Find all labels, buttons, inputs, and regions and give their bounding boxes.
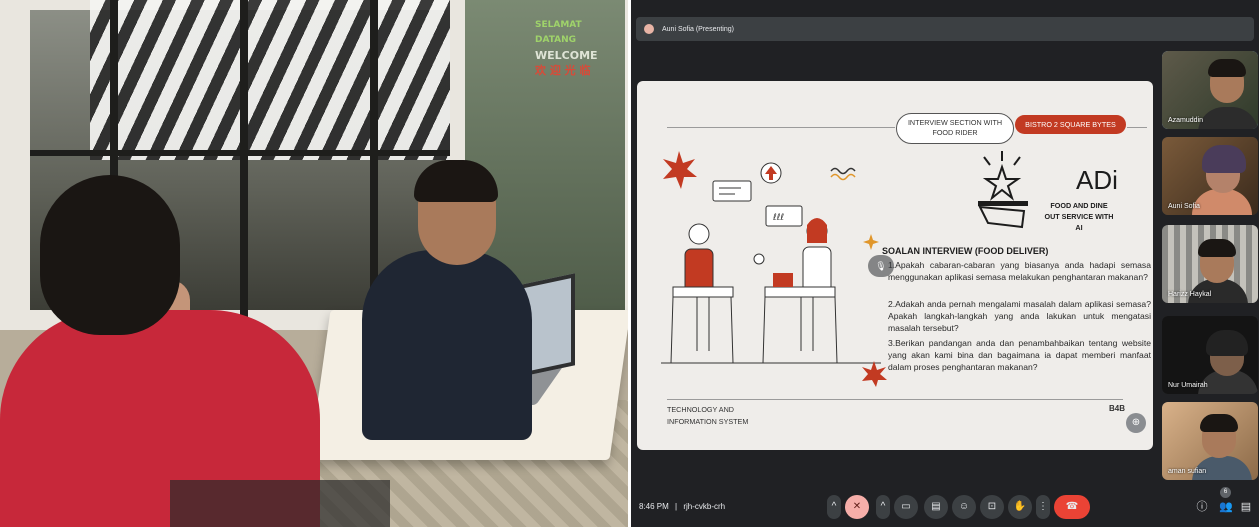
tile-person-hijab [1206,330,1248,356]
participant-tile[interactable]: aman sufian [1162,402,1258,480]
interviewee-figure [762,218,838,364]
meet-window: Auni Sofia (Presenting) INTERVIEW SECTIO… [631,0,1259,527]
lightbulb-icon [753,253,765,265]
course-label: TECHNOLOGY AND INFORMATION SYSTEM [667,405,749,426]
participant-tile[interactable]: Auni Sofia [1162,137,1258,215]
question-item: 1.Apakah cabaran-cabaran yang biasanya a… [888,260,1151,282]
captions-button[interactable]: ▤ [924,495,948,519]
camera-icon: ▭ [901,501,911,512]
photo-chair [170,480,390,527]
presenter-label: Auni Sofia (Presenting) [662,25,734,33]
group-code-label: B4B [1109,404,1126,413]
reactions-button[interactable]: ☺ [952,495,976,519]
captions-icon: ▤ [931,501,941,512]
interview-pill: INTERVIEW SECTION WITH FOOD RIDER [896,113,1014,144]
people-icon: 👥 [1219,501,1233,513]
question-item: 2.Adakah anda pernah mengalami masalah d… [888,299,1151,333]
photo-awning-stripes [90,0,450,160]
speech-bubble-icon [712,180,752,202]
meeting-time: 8:46 PM [639,502,669,511]
more-vert-icon: ⋮ [1038,501,1048,512]
participant-name: Nur Umairah [1168,382,1208,389]
svg-text:ℓℓℓ: ℓℓℓ [772,213,784,223]
sparkle-icon [863,234,879,250]
present-button[interactable]: ⊡ [980,495,1004,519]
more-options-button[interactable]: ⋮ [1036,495,1050,519]
participant-name: aman sufian [1168,468,1207,475]
question-item: 3.Berikan pandangan anda dan penambahbai… [888,338,1151,372]
interviewer-head [40,175,180,335]
slide-rule [1127,127,1147,128]
screenshot-root: SELAMAT DATANG WELCOME 欢 迎 光 临 Auni Sofi… [0,0,1259,527]
participant-count-badge: 6 [1220,487,1231,498]
adi-title: ADi [1076,165,1118,195]
sign-line: SELAMAT DATANG [535,20,582,45]
participant-tile[interactable]: Nur Umairah [1162,316,1258,394]
participant-tile[interactable]: Harizz Haykal [1162,225,1258,303]
sign-line: 欢 迎 光 临 [535,64,591,77]
interviewer-figure [670,223,734,364]
people-button[interactable]: 👥 [1219,500,1233,514]
tile-person-hair [1200,414,1238,432]
participant-name: Harizz Haykal [1168,291,1212,298]
window-frame [370,0,378,320]
emoji-icon: ☺ [958,501,970,512]
meet-control-bar: 8:46 PM | rjh-cvkb-crh ^ ✕ ^ ▭ ▤ ☺ ⊡ ✋ ⋮… [631,487,1259,527]
tile-person-hair [1208,59,1246,77]
bistro-pill: BISTRO 2 SQUARE BYTES [1015,115,1126,134]
phone-hangup-icon: ☎ [1065,501,1079,512]
presenter-avatar [644,24,654,34]
meeting-code: rjh-cvkb-crh [683,502,726,511]
presenter-bar: Auni Sofia (Presenting) [636,17,1254,41]
window-frame [240,0,248,320]
mic-off-icon: 🎙 [868,255,894,277]
adi-subtitle: FOOD AND DINE OUT SERVICE WITH AI [1044,201,1114,232]
window-frame [30,150,450,156]
chevron-up-icon: ^ [880,501,886,512]
raise-hand-button[interactable]: ✋ [1008,495,1032,519]
camera-options-button[interactable]: ^ [876,495,890,519]
starburst-icon [663,151,697,189]
arrow-up-icon [760,162,782,184]
tile-person-hair [1198,239,1236,257]
meeting-details-button[interactable]: ⓘ [1195,500,1209,514]
meeting-info: 8:46 PM | rjh-cvkb-crh [639,502,725,511]
leave-call-button[interactable]: ☎ [1054,495,1090,519]
mic-toggle-button[interactable]: ✕ [845,495,869,519]
mic-off-icon: ✕ [852,501,862,512]
sign-line: WELCOME [535,49,598,62]
info-icon: ⓘ [1196,501,1208,513]
question-heading: SOALAN INTERVIEW (FOOD DELIVER) [882,246,1049,256]
participant-tile[interactable]: Azamuddin [1162,51,1258,129]
slide-rule [667,399,1123,400]
slide-rule [667,127,895,128]
meeting-separator: | [675,502,678,511]
participant-name: Azamuddin [1168,117,1204,124]
interview-photo: SELAMAT DATANG WELCOME 欢 迎 光 临 [0,0,628,527]
interview-illustration: ℓℓℓ [661,151,881,364]
squiggle-icon [830,167,856,181]
interviewee-body [362,250,532,440]
starburst-icon [862,361,887,387]
presentation-slide: INTERVIEW SECTION WITH FOOD RIDER BISTRO… [637,81,1153,450]
present-icon: ⊡ [987,501,997,512]
camera-toggle-button[interactable]: ▭ [894,495,918,519]
welcome-sign: SELAMAT DATANG WELCOME 欢 迎 光 临 [535,18,605,98]
zoom-icon[interactable]: ⊕ [1126,413,1146,433]
hand-icon: ✋ [1013,501,1027,512]
participant-name: Auni Sofia [1168,203,1200,210]
chat-button[interactable]: ▤ [1239,500,1253,514]
chevron-up-icon: ^ [831,501,837,512]
speech-bubble-icon: ℓℓℓ [765,205,803,227]
service-logo-icon [978,151,1028,229]
chat-icon: ▤ [1240,501,1252,513]
mic-options-button[interactable]: ^ [827,495,841,519]
tile-person-hijab [1202,145,1246,173]
